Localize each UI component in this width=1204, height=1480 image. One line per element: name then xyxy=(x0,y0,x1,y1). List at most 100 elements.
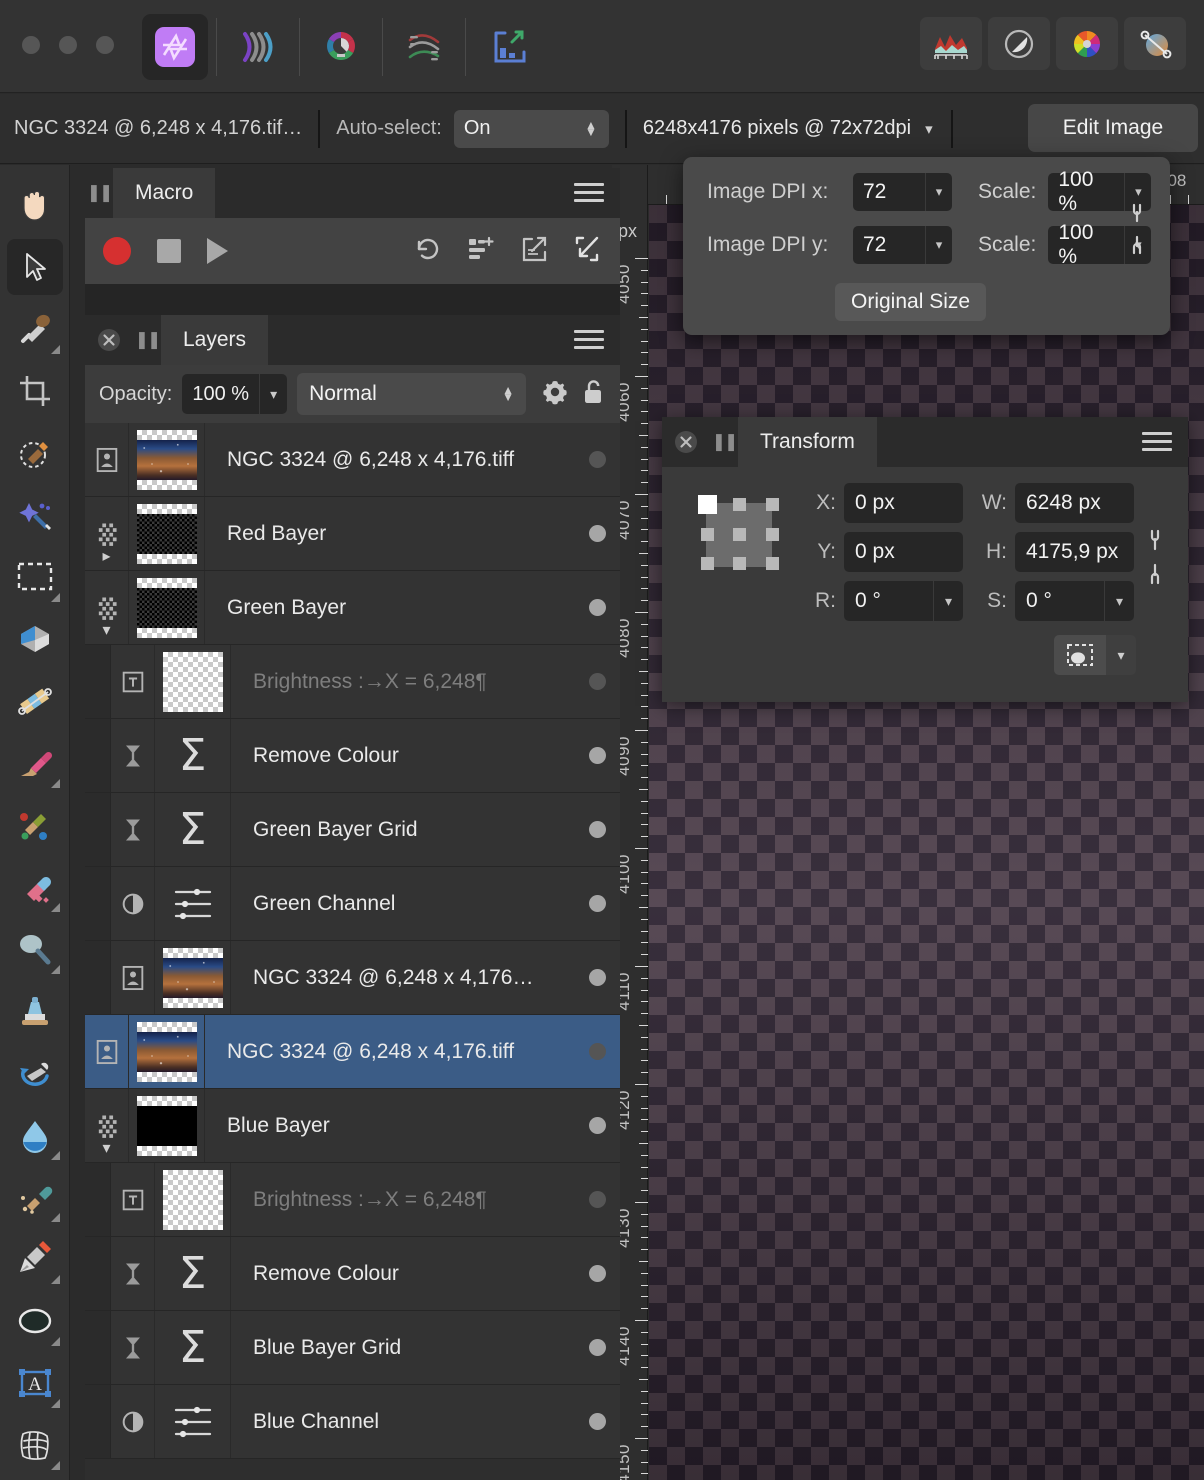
macro-record-button[interactable] xyxy=(103,237,131,265)
close-window-button[interactable] xyxy=(22,36,40,54)
transform-anchor-picker[interactable] xyxy=(680,483,800,621)
layer-visibility-toggle[interactable] xyxy=(574,1237,620,1310)
macro-panel-menu-icon[interactable] xyxy=(574,183,604,203)
colour-panel-button[interactable] xyxy=(1056,17,1118,70)
transform-link-ratio-icon[interactable] xyxy=(1140,483,1170,621)
transform-r-input[interactable]: 0 ° xyxy=(844,581,933,621)
anchor-handle-top-left[interactable] xyxy=(698,495,717,514)
layer-visibility-toggle[interactable] xyxy=(574,867,620,940)
image-dpi-x-input[interactable]: 72 xyxy=(853,173,925,211)
undo-brush-tool[interactable] xyxy=(7,1045,63,1101)
transform-mode-button[interactable] xyxy=(1054,635,1106,675)
transform-panel-menu-icon[interactable] xyxy=(1142,432,1172,452)
move-tool[interactable] xyxy=(6,239,63,295)
selection-brush-tool[interactable] xyxy=(7,425,63,481)
pen-tool[interactable] xyxy=(7,1231,63,1287)
maximize-window-button[interactable] xyxy=(96,36,114,54)
layers-panel-menu-icon[interactable] xyxy=(574,330,604,350)
view-tool[interactable] xyxy=(7,177,63,233)
layer-red-bayer[interactable]: ▸ Red Bayer xyxy=(85,497,620,571)
tab-macro[interactable]: Macro xyxy=(113,168,216,218)
macro-reset-button[interactable] xyxy=(413,234,443,269)
layer-visibility-toggle[interactable] xyxy=(574,497,620,570)
layer-blue-bayer-grid[interactable]: Σ Blue Bayer Grid xyxy=(85,1311,620,1385)
layer-blue-channel[interactable]: Blue Channel xyxy=(85,1385,620,1459)
layers-list[interactable]: NGC 3324 @ 6,248 x 4,176.tiff ▸ Red Bayer ▾… xyxy=(85,423,620,1478)
canvas-checkerboard[interactable] xyxy=(649,205,1204,1480)
scale-x-input[interactable]: 100 % xyxy=(1048,168,1125,215)
anchor-handle-top-center[interactable] xyxy=(733,498,746,511)
layer-green-bayer[interactable]: ▾ Green Bayer xyxy=(85,571,620,645)
layer-visibility-toggle[interactable] xyxy=(574,1163,620,1236)
transform-s-chevron-down-icon[interactable]: ▾ xyxy=(1104,581,1134,621)
persona-liquify[interactable] xyxy=(225,14,291,80)
anchor-handle-top-right[interactable] xyxy=(766,498,779,511)
macro-add-to-library-button[interactable] xyxy=(466,234,496,269)
dodge-brush-tool[interactable] xyxy=(7,921,63,977)
pixel-brush-tool[interactable] xyxy=(7,797,63,853)
transform-mode-chevron-down-icon[interactable]: ▾ xyxy=(1106,635,1136,675)
layers-panel-grip[interactable]: ❚❚ xyxy=(133,315,162,365)
layer-brightness-macro-1[interactable]: Brightness :→X = 6,248¶ xyxy=(85,645,620,719)
mesh-warp-tool[interactable] xyxy=(7,1417,63,1473)
layer-ngc3324-selected[interactable]: NGC 3324 @ 6,248 x 4,176.tiff xyxy=(85,1015,620,1089)
anchor-handle-bottom-left[interactable] xyxy=(701,557,714,570)
layer-remove-colour-2[interactable]: Σ Remove Colour xyxy=(85,1237,620,1311)
image-size-dropdown[interactable]: 6248x4176 pixels @ 72x72dpi ▾ xyxy=(643,117,933,140)
anchor-handle-mid-left[interactable] xyxy=(701,528,714,541)
persona-develop[interactable] xyxy=(308,14,374,80)
layer-visibility-toggle[interactable] xyxy=(574,645,620,718)
edit-image-button[interactable]: Edit Image xyxy=(1028,104,1198,152)
window-controls[interactable] xyxy=(22,36,114,54)
flood-select-tool[interactable] xyxy=(7,487,63,543)
persona-export[interactable] xyxy=(474,14,540,80)
clone-brush-tool[interactable] xyxy=(7,983,63,1039)
layer-lock-icon[interactable] xyxy=(580,377,606,412)
transform-panel-grip[interactable]: ❚❚ xyxy=(710,417,739,467)
layer-visibility-toggle[interactable] xyxy=(574,1015,620,1088)
layer-visibility-toggle[interactable] xyxy=(574,571,620,644)
image-dpi-y-chevron-down-icon[interactable]: ▾ xyxy=(925,226,952,264)
macro-play-button[interactable] xyxy=(207,238,228,264)
layer-blue-bayer[interactable]: ▾ Blue Bayer xyxy=(85,1089,620,1163)
transform-s-input[interactable]: 0 ° xyxy=(1015,581,1104,621)
gradient-panel-button[interactable] xyxy=(1124,17,1186,70)
anchor-handle-bottom-right[interactable] xyxy=(766,557,779,570)
transform-r-chevron-down-icon[interactable]: ▾ xyxy=(933,581,963,621)
layer-visibility-toggle[interactable] xyxy=(574,1089,620,1162)
macro-panel-grip[interactable]: ❚❚ xyxy=(85,168,114,218)
dpi-link-ratio-icon[interactable] xyxy=(1126,201,1148,262)
blend-mode-dropdown[interactable]: Normal ▲ ▼ xyxy=(297,373,526,415)
transform-h-input[interactable]: 4175,9 px xyxy=(1015,532,1134,572)
artistic-text-tool[interactable]: A xyxy=(7,1355,63,1411)
layer-visibility-toggle[interactable] xyxy=(574,719,620,792)
colour-picker-tool[interactable] xyxy=(7,301,63,357)
original-size-button[interactable]: Original Size xyxy=(835,283,987,321)
transform-x-input[interactable]: 0 px xyxy=(844,483,963,523)
expand-chevron-right-icon[interactable]: ▸ xyxy=(102,546,110,566)
layer-ngc3324-nested[interactable]: NGC 3324 @ 6,248 x 4,176… xyxy=(85,941,620,1015)
layer-effects-gear-icon[interactable] xyxy=(540,377,570,412)
anchor-handle-mid-right[interactable] xyxy=(766,528,779,541)
layer-visibility-toggle[interactable] xyxy=(574,1385,620,1458)
layers-panel-close-icon[interactable] xyxy=(85,315,133,365)
tab-layers[interactable]: Layers xyxy=(161,315,269,365)
tab-transform[interactable]: Transform xyxy=(738,417,877,467)
layer-visibility-toggle[interactable] xyxy=(574,793,620,866)
layer-remove-colour-1[interactable]: Σ Remove Colour xyxy=(85,719,620,793)
transform-panel-close-icon[interactable] xyxy=(662,417,710,467)
histogram-panel-button[interactable] xyxy=(920,17,982,70)
macro-stop-button[interactable] xyxy=(157,239,181,263)
layer-visibility-toggle[interactable] xyxy=(574,1311,620,1384)
auto-select-dropdown[interactable]: On ▲ ▼ xyxy=(453,109,609,148)
layer-visibility-toggle[interactable] xyxy=(574,423,620,496)
persona-photo[interactable] xyxy=(142,14,208,80)
expand-chevron-down-icon[interactable]: ▾ xyxy=(102,620,110,640)
canvas-area[interactable]: 608 px 4050 4060 4070 4080 4090 4100 4110 4120 4… xyxy=(612,165,1204,1480)
erase-brush-tool[interactable] xyxy=(7,859,63,915)
transform-w-input[interactable]: 6248 px xyxy=(1015,483,1134,523)
anchor-handle-center[interactable] xyxy=(733,528,746,541)
marquee-selection-tool[interactable] xyxy=(7,549,63,605)
layer-green-bayer-grid[interactable]: Σ Green Bayer Grid xyxy=(85,793,620,867)
opacity-input[interactable]: 100 % xyxy=(182,374,260,414)
